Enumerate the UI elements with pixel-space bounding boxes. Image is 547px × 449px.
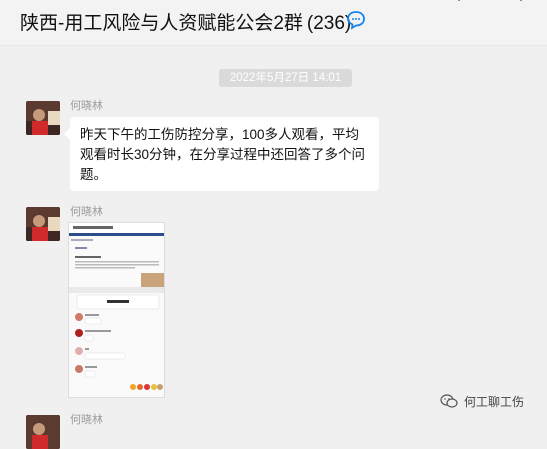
- avatar-photo-icon: [26, 101, 60, 135]
- chat-header: 陕西-用工风险与人资赋能公会2群 (236): [0, 0, 547, 46]
- sender-avatar[interactable]: [26, 415, 60, 449]
- group-name: 陕西-用工风险与人资赋能公会2群: [20, 13, 303, 34]
- sender-avatar[interactable]: [26, 101, 60, 135]
- sender-name: 何晓林: [70, 414, 103, 426]
- watermark-text: 何工聊工伤: [464, 394, 525, 409]
- chat-title[interactable]: 陕西-用工风险与人资赋能公会2群 (236): [20, 8, 351, 35]
- image-message[interactable]: [68, 222, 165, 398]
- message-bubble[interactable]: 昨天下午的工伤防控分享，100多人观看，平均观看时长30分钟，在分享过程中还回答…: [70, 117, 379, 191]
- avatar-photo-icon: [26, 415, 60, 449]
- chat-bubble-icon[interactable]: [345, 10, 367, 30]
- sender-avatar[interactable]: [26, 207, 60, 241]
- sender-name: 何晓林: [70, 100, 103, 112]
- screenshot-preview-icon: [69, 223, 164, 397]
- minimize-icon[interactable]: [452, 0, 466, 6]
- watermark: 何工聊工伤: [440, 392, 524, 410]
- sender-name: 何晓林: [70, 206, 103, 218]
- message-timestamp: 2022年5月27日 14:01: [219, 69, 352, 87]
- avatar-photo-icon: [26, 207, 60, 241]
- wechat-icon: [440, 394, 458, 408]
- more-icon[interactable]: [514, 0, 528, 6]
